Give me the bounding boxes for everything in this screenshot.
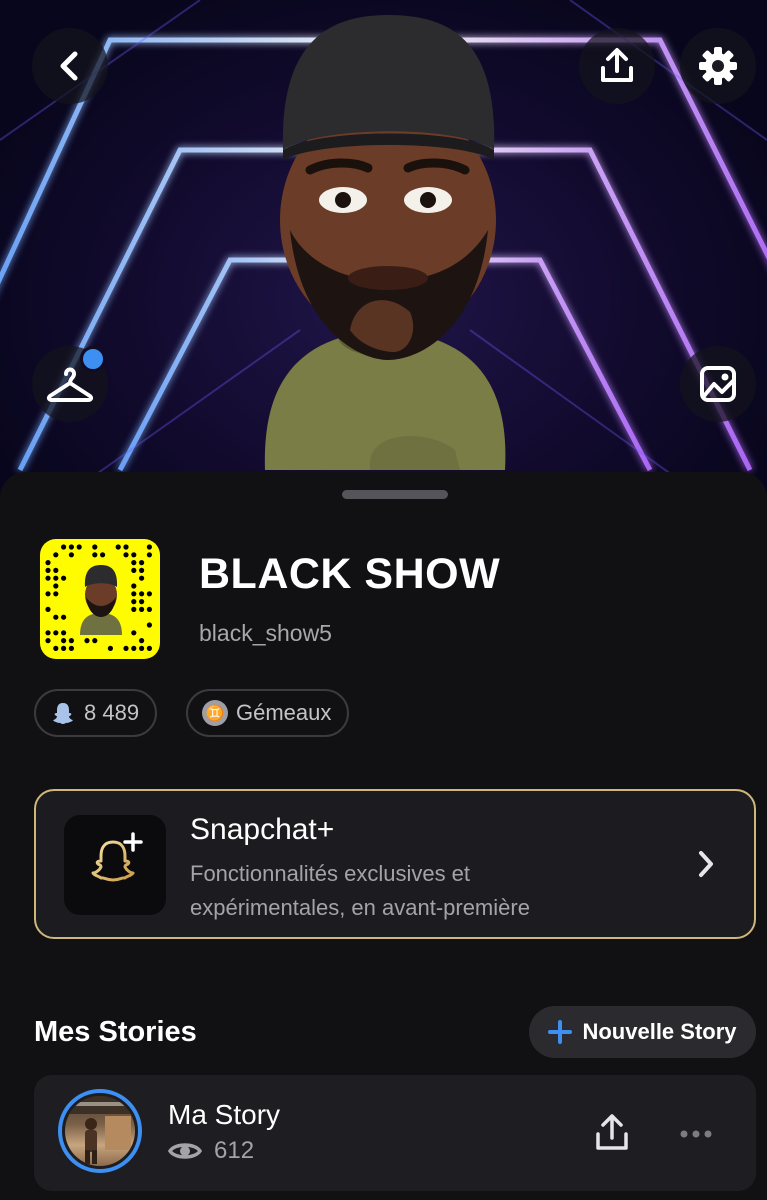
more-options-icon[interactable]: [680, 1129, 712, 1139]
gemini-icon: ♊: [202, 700, 228, 726]
profile-sheet: BLACK SHOW black_show5 8 489 ♊ Gémeaux S…: [0, 472, 767, 1200]
share-profile-button[interactable]: [579, 28, 655, 104]
settings-button[interactable]: [680, 28, 756, 104]
story-views: 612: [168, 1137, 254, 1165]
display-name: BLACK SHOW: [199, 550, 501, 598]
zodiac-label: Gémeaux: [236, 700, 332, 725]
snapchat-plus-card[interactable]: Snapchat+ Fonctionnalités exclusives et …: [34, 789, 756, 939]
profile-hero: [0, 0, 767, 500]
bitmoji-avatar: [264, 15, 506, 470]
new-story-button[interactable]: Nouvelle Story: [529, 1006, 756, 1058]
change-background-button[interactable]: [680, 346, 756, 422]
back-button[interactable]: [32, 28, 108, 104]
share-upload-icon[interactable]: [592, 1112, 632, 1154]
snapcode[interactable]: [40, 539, 160, 659]
chevron-left-icon: [60, 51, 78, 81]
snapcode-dots: [45, 544, 152, 651]
eye-icon: [168, 1143, 202, 1159]
image-icon: [700, 366, 736, 402]
snap-score-pill[interactable]: 8 489: [34, 689, 158, 737]
story-view-count: 612: [214, 1137, 255, 1164]
notification-dot: [80, 346, 106, 372]
new-story-label: Nouvelle Story: [582, 1019, 737, 1044]
plus-icon: [548, 1020, 573, 1044]
snapchat-plus-description: Fonctionnalités exclusives et expériment…: [190, 861, 530, 920]
wardrobe-button[interactable]: [32, 346, 108, 422]
my-stories-heading: Mes Stories: [34, 1016, 197, 1048]
snapchat-ghost-plus-icon: [91, 832, 143, 882]
ghost-icon: [50, 700, 76, 726]
story-item[interactable]: Ma Story 612: [34, 1075, 756, 1191]
zodiac-pill[interactable]: ♊ Gémeaux: [186, 689, 350, 737]
story-title: Ma Story: [168, 1099, 281, 1130]
sheet-grabber[interactable]: [342, 490, 448, 499]
gear-icon: [699, 47, 737, 85]
snapchat-plus-logo: [64, 815, 166, 915]
username[interactable]: black_show5: [199, 620, 332, 647]
snapchat-plus-title: Snapchat+: [190, 813, 335, 846]
chevron-right-icon: [699, 851, 713, 877]
share-upload-icon: [601, 48, 633, 82]
snap-score: 8 489: [84, 700, 140, 725]
story-thumbnail[interactable]: [58, 1089, 142, 1173]
